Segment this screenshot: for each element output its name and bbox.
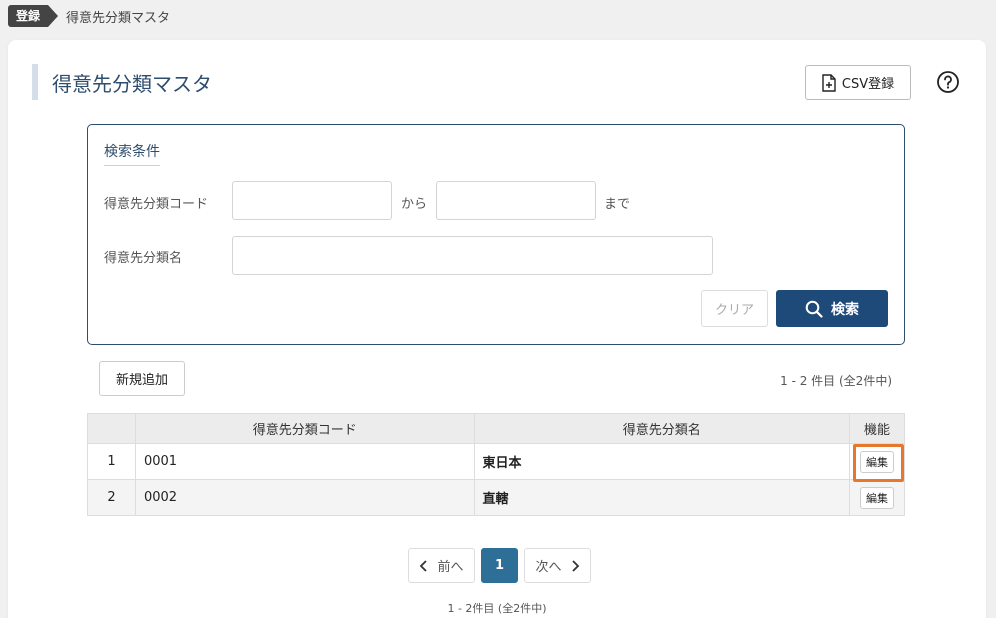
prev-page-label: 前へ <box>437 560 464 575</box>
search-panel: 検索条件 得意先分類コード から まで 得意先分類名 クリア 検索 <box>87 124 905 345</box>
next-page-label: 次へ <box>535 560 562 575</box>
edit-button[interactable]: 編集 <box>860 486 894 509</box>
table-header-row: 得意先分類コード 得意先分類名 機能 <box>87 413 905 444</box>
table-row: 1 0001 東日本 編集 <box>87 443 905 480</box>
name-label: 得意先分類名 <box>104 251 183 266</box>
row-action-cell: 編集 <box>849 443 905 480</box>
to-text: まで <box>604 197 631 212</box>
csv-register-button[interactable]: CSV登録 <box>805 65 911 100</box>
pagination: 前へ 1 次へ <box>408 548 591 583</box>
table-row: 2 0002 直轄 編集 <box>87 479 905 516</box>
search-button-label: 検索 <box>831 301 859 318</box>
code-to-input[interactable] <box>436 181 596 220</box>
results-table: 得意先分類コード 得意先分類名 機能 1 0001 東日本 編集 2 0002 … <box>87 413 905 516</box>
add-new-button[interactable]: 新規追加 <box>99 361 185 396</box>
name-input[interactable] <box>232 236 713 275</box>
edit-button[interactable]: 編集 <box>860 450 894 473</box>
help-icon[interactable] <box>936 70 960 94</box>
code-label: 得意先分類コード <box>104 197 209 212</box>
row-number: 2 <box>87 479 136 516</box>
main-card: 得意先分類マスタ CSV登録 検索条件 得意先分類コード から まで 得意先分類… <box>8 40 986 618</box>
row-name: 直轄 <box>473 479 851 516</box>
chevron-right-icon <box>571 559 579 572</box>
csv-register-label: CSV登録 <box>841 77 895 92</box>
prev-page-button[interactable]: 前へ <box>408 548 475 583</box>
row-number: 1 <box>87 443 136 480</box>
clear-button[interactable]: クリア <box>701 290 768 327</box>
page-button-current[interactable]: 1 <box>481 548 518 583</box>
search-icon <box>805 300 823 318</box>
file-add-icon <box>822 73 836 92</box>
code-from-input[interactable] <box>232 181 392 220</box>
breadcrumb-current: 得意先分類マスタ <box>66 10 171 26</box>
header-name: 得意先分類名 <box>473 413 851 444</box>
search-button[interactable]: 検索 <box>776 290 888 327</box>
search-heading: 検索条件 <box>104 141 160 166</box>
header-function: 機能 <box>849 413 905 444</box>
page-title: 得意先分類マスタ <box>52 71 212 96</box>
chevron-left-icon <box>420 559 428 572</box>
row-code: 0002 <box>134 479 475 516</box>
header-index <box>87 413 136 444</box>
from-text: から <box>401 197 428 212</box>
next-page-button[interactable]: 次へ <box>524 548 591 583</box>
header-code: 得意先分類コード <box>134 413 475 444</box>
row-name: 東日本 <box>473 443 851 480</box>
title-bar: 得意先分類マスタ <box>32 64 212 100</box>
result-count-bottom: 1 - 2件目 (全2件中) <box>447 602 547 615</box>
breadcrumb: 登録 得意先分類マスタ <box>8 4 170 28</box>
result-count: 1 - 2 件目 (全2件中) <box>780 374 892 388</box>
row-action-cell: 編集 <box>849 479 905 516</box>
row-code: 0001 <box>134 443 475 480</box>
breadcrumb-tag[interactable]: 登録 <box>8 5 59 27</box>
